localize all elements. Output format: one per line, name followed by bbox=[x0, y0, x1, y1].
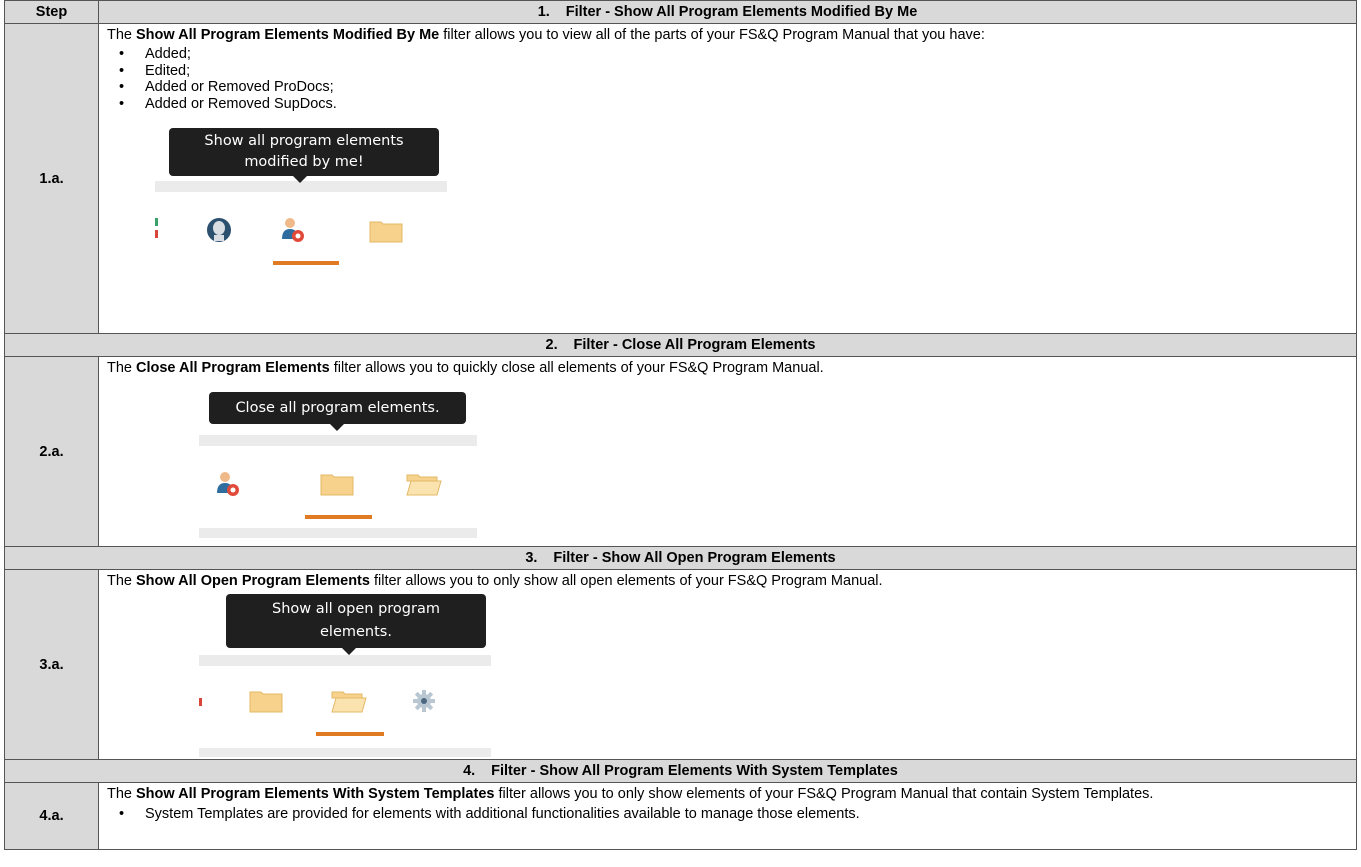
section-2-header-row: 2. Filter - Close All Program Elements bbox=[4, 333, 1357, 357]
step-3a-intro: The Show All Open Program Elements filte… bbox=[107, 573, 883, 589]
section-1-heading: 1. Filter - Show All Program Elements Mod… bbox=[98, 0, 1357, 24]
step-label-4a: 4.a. bbox=[4, 782, 99, 850]
active-filter-underline bbox=[316, 732, 384, 736]
section-4-title: Filter - Show All Program Elements With … bbox=[491, 763, 898, 779]
step-label-2a: 2.a. bbox=[4, 356, 99, 547]
tooltip-open-elements: Show all open program elements. bbox=[226, 594, 486, 655]
screenshot-modified-by-me: Show all program elements modified by me… bbox=[155, 120, 447, 278]
list-item: • Added or Removed ProDocs; bbox=[119, 79, 334, 95]
section-2-title: Filter - Close All Program Elements bbox=[573, 337, 816, 353]
section-2-heading: 2. Filter - Close All Program Elements bbox=[4, 333, 1357, 357]
folder-closed-icon[interactable] bbox=[249, 689, 283, 713]
filters-table: Step 1. Filter - Show All Program Element… bbox=[4, 0, 1357, 850]
step-content-1a: The Show All Program Elements Modified B… bbox=[98, 23, 1357, 334]
section-3-title: Filter - Show All Open Program Elements bbox=[553, 550, 836, 566]
step-label-1a: 1.a. bbox=[4, 23, 99, 334]
screenshot-close-all: Close all program elements. bbox=[199, 388, 477, 538]
gear-icon[interactable] bbox=[412, 689, 436, 713]
section-1-number: 1. bbox=[537, 4, 550, 20]
tooltip-modified-by-me: Show all program elements modified by me… bbox=[169, 128, 439, 183]
folder-closed-icon[interactable] bbox=[320, 472, 354, 496]
step-row-2a: 2.a. The Close All Program Elements filt… bbox=[4, 356, 1357, 547]
step-1a-intro: The Show All Program Elements Modified B… bbox=[107, 27, 985, 43]
user-modified-icon[interactable] bbox=[280, 217, 306, 243]
step-label-3a: 3.a. bbox=[4, 569, 99, 760]
step-row-4a: 4.a. The Show All Program Elements With … bbox=[4, 782, 1357, 850]
table-header-row: Step 1. Filter - Show All Program Element… bbox=[4, 0, 1357, 24]
list-item: • Added or Removed SupDocs. bbox=[119, 95, 337, 112]
step-2a-intro: The Close All Program Elements filter al… bbox=[107, 360, 824, 376]
section-4-header-row: 4. Filter - Show All Program Elements Wit… bbox=[4, 759, 1357, 783]
folder-open-icon[interactable] bbox=[406, 472, 442, 496]
step-column-header: Step bbox=[4, 0, 99, 24]
step-content-4a: The Show All Program Elements With Syste… bbox=[98, 782, 1357, 850]
step-1a-bullets: • Added; • Edited; • Added or Removed ProDo… bbox=[107, 46, 1348, 112]
section-4-heading: 4. Filter - Show All Program Elements Wit… bbox=[4, 759, 1357, 783]
step-content-2a: The Close All Program Elements filter al… bbox=[98, 356, 1357, 547]
folder-open-icon[interactable] bbox=[331, 689, 367, 713]
active-filter-underline bbox=[305, 515, 372, 519]
list-item: • System Templates are provided for eleme… bbox=[119, 806, 860, 822]
list-item: • Added; bbox=[119, 46, 191, 62]
step-4a-bullets: • System Templates are provided for eleme… bbox=[107, 806, 1348, 823]
step-content-3a: The Show All Open Program Elements filte… bbox=[98, 569, 1357, 760]
folder-closed-icon[interactable] bbox=[369, 219, 403, 243]
step-row-1a: 1.a. The Show All Program Elements Modif… bbox=[4, 23, 1357, 334]
section-3-header-row: 3. Filter - Show All Open Program Element… bbox=[4, 546, 1357, 570]
screenshot-open-elements: Show all open program elements. bbox=[199, 592, 491, 757]
step-4a-intro: The Show All Program Elements With Syste… bbox=[107, 786, 1154, 802]
step-row-3a: 3.a. The Show All Open Program Elements … bbox=[4, 569, 1357, 760]
section-1-title: Filter - Show All Program Elements Modif… bbox=[565, 4, 918, 20]
user-avatar-icon[interactable] bbox=[206, 216, 232, 244]
user-modified-icon[interactable] bbox=[215, 471, 241, 497]
active-filter-underline bbox=[273, 261, 339, 265]
section-3-heading: 3. Filter - Show All Open Program Element… bbox=[4, 546, 1357, 570]
tooltip-close-all: Close all program elements. bbox=[209, 392, 466, 431]
list-item: • Edited; bbox=[119, 62, 191, 79]
